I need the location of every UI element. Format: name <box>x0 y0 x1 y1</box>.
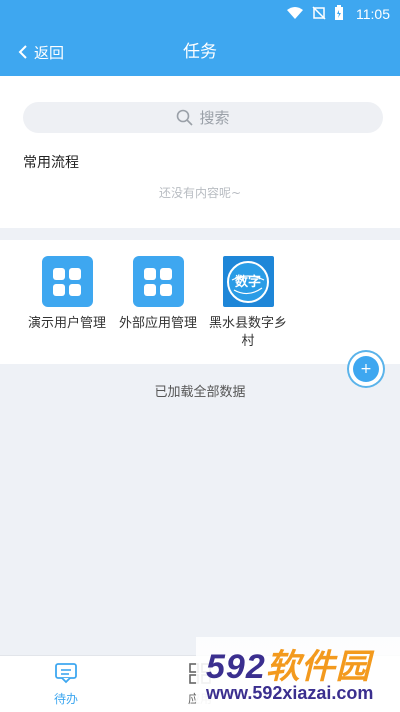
app-label: 黑水县数字乡村 <box>208 316 287 349</box>
message-icon <box>55 663 77 684</box>
no-signal-icon <box>312 6 326 20</box>
watermark-url: www.592xiazai.com <box>206 683 374 703</box>
empty-state-text: 还没有内容呢~ <box>158 186 242 200</box>
app-item-external-app-management[interactable]: 外部应用管理 <box>113 256 203 333</box>
app-label: 演示用户管理 <box>27 316 106 331</box>
plus-icon: + <box>353 356 379 382</box>
watermark-logo: 592软件园 <box>206 648 371 686</box>
grid-icon <box>132 256 184 307</box>
watermark: 592软件园 www.592xiazai.com <box>196 637 400 711</box>
app-bar: 返回 任务 <box>0 28 400 76</box>
app-grid: 演示用户管理 外部应用管理 数字 黑水县数字乡村 <box>0 240 400 364</box>
floating-action-button[interactable]: + <box>347 350 385 388</box>
search-input[interactable]: 搜索 <box>23 102 383 133</box>
search-icon <box>177 109 194 126</box>
digital-earth-logo: 数字 <box>222 256 274 307</box>
tab-label: 待办 <box>53 692 78 706</box>
grid-icon <box>41 256 93 307</box>
svg-text:数字: 数字 <box>235 274 261 290</box>
app-item-demo-user-management[interactable]: 演示用户管理 <box>22 256 112 333</box>
status-icons <box>286 5 344 21</box>
common-flow-title: 常用流程 <box>23 155 79 171</box>
page-title: 任务 <box>183 42 217 62</box>
wifi-icon <box>287 7 303 19</box>
battery-icon <box>335 5 343 20</box>
status-bar: 11:05 <box>0 0 400 28</box>
section-divider <box>7 228 400 240</box>
all-loaded-text: 已加载全部数据 <box>154 385 246 400</box>
status-time: 11:05 <box>356 6 390 22</box>
search-placeholder: 搜索 <box>199 109 230 127</box>
app-label: 外部应用管理 <box>118 316 197 331</box>
app-item-heishui-digital-village[interactable]: 数字 黑水县数字乡村 <box>203 256 293 351</box>
tab-todo[interactable]: 待办 <box>16 662 116 707</box>
